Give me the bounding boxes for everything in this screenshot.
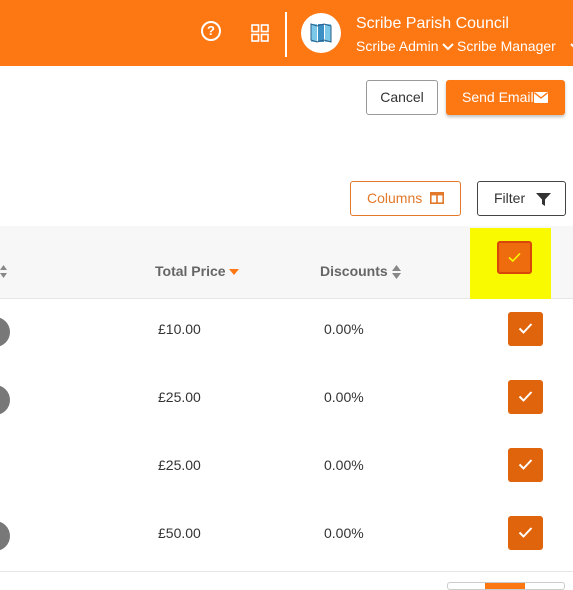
send-email-button[interactable]: Send Email <box>446 80 565 115</box>
row-checkbox[interactable] <box>508 312 543 346</box>
table-row: £25.00 0.00% <box>0 367 573 436</box>
header-divider <box>285 12 287 57</box>
top-navigation-bar: ? Scribe Parish Council Scribe Admin Scr… <box>0 0 573 66</box>
filter-button[interactable]: Filter <box>477 181 566 216</box>
send-email-label: Send Email <box>462 89 534 105</box>
columns-icon <box>430 192 444 204</box>
discounts-header-label: Discounts <box>320 263 388 279</box>
checkmark-icon <box>518 527 533 538</box>
total-price-cell: £50.00 <box>158 525 201 541</box>
council-name: Scribe Parish Council <box>356 15 509 32</box>
columns-label: Columns <box>367 190 423 206</box>
total-price-cell: £10.00 <box>158 321 201 337</box>
avatar <box>0 521 10 551</box>
discount-cell: 0.00% <box>324 457 364 473</box>
row-checkbox[interactable] <box>508 380 543 414</box>
total-price-header-label: Total Price <box>155 263 226 279</box>
role-secondary-label: Scribe Manager <box>457 38 556 54</box>
role-primary-dropdown[interactable]: Scribe Admin <box>356 38 455 54</box>
help-icon[interactable]: ? <box>201 21 221 41</box>
column-header-total-price[interactable]: Total Price <box>155 263 240 279</box>
table-row: £10.00 0.00% <box>0 299 573 368</box>
avatar <box>0 385 10 415</box>
apps-grid-icon[interactable] <box>251 24 269 42</box>
filter-label: Filter <box>494 190 526 206</box>
checkmark-icon <box>518 459 533 470</box>
pagination-active-page[interactable] <box>485 583 525 589</box>
role-primary-label: Scribe Admin <box>356 38 439 54</box>
checkmark-icon <box>518 391 533 402</box>
column-header-discounts[interactable]: Discounts <box>320 263 401 280</box>
sort-descending-icon <box>229 268 240 275</box>
map-icon <box>310 23 332 43</box>
table-row: £50.00 0.00% <box>0 503 573 572</box>
council-logo[interactable] <box>301 13 341 53</box>
cancel-button[interactable]: Cancel <box>366 80 438 115</box>
sort-icon <box>391 265 401 280</box>
sort-icon[interactable] <box>0 265 7 279</box>
row-checkbox[interactable] <box>508 448 543 482</box>
envelope-icon <box>534 92 548 103</box>
role-secondary-dropdown[interactable]: Scribe Manager <box>457 38 573 54</box>
discount-cell: 0.00% <box>324 321 364 337</box>
filter-funnel-icon <box>536 193 551 206</box>
select-all-checkbox[interactable] <box>497 241 532 274</box>
total-price-cell: £25.00 <box>158 389 201 405</box>
avatar <box>0 317 10 347</box>
discount-cell: 0.00% <box>324 525 364 541</box>
discount-cell: 0.00% <box>324 389 364 405</box>
total-price-cell: £25.00 <box>158 457 201 473</box>
chevron-down-icon <box>442 43 455 51</box>
table-row: £25.00 0.00% <box>0 435 573 504</box>
row-checkbox[interactable] <box>508 516 543 550</box>
pagination[interactable] <box>447 582 565 590</box>
checkmark-icon <box>508 252 521 263</box>
checkmark-icon <box>518 323 533 334</box>
columns-button[interactable]: Columns <box>350 181 461 216</box>
